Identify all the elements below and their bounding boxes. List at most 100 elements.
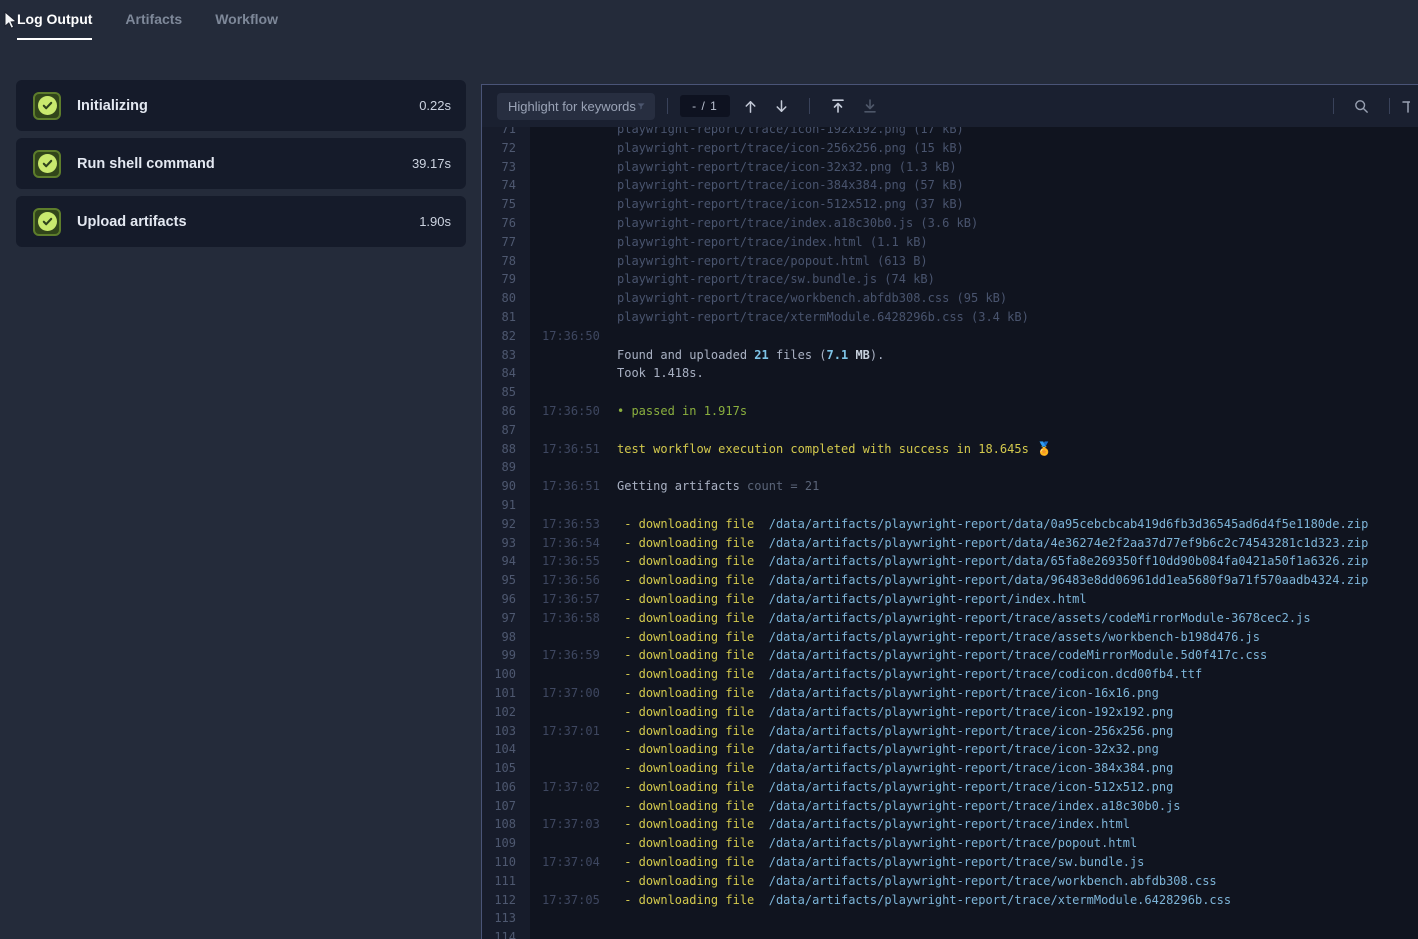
log-line: 10317:37:01 - downloading file /data/art… <box>482 722 1418 741</box>
log-text: - downloading file /data/artifacts/playw… <box>616 628 1260 647</box>
log-text: - downloading file /data/artifacts/playw… <box>616 684 1159 703</box>
line-number[interactable]: 83 <box>482 346 530 365</box>
line-number[interactable]: 86 <box>482 402 530 421</box>
line-number[interactable]: 113 <box>482 909 530 928</box>
line-number[interactable]: 91 <box>482 496 530 515</box>
toolbar-divider <box>667 98 668 114</box>
step-card-upload-artifacts[interactable]: Upload artifacts 1.90s <box>16 196 466 247</box>
timestamp: 17:36:55 <box>530 552 616 571</box>
timestamp: 17:36:51 <box>530 477 616 496</box>
line-number[interactable]: 97 <box>482 609 530 628</box>
tab-artifacts[interactable]: Artifacts <box>125 0 182 40</box>
line-number[interactable]: 114 <box>482 928 530 939</box>
line-number[interactable]: 78 <box>482 252 530 271</box>
line-number[interactable]: 93 <box>482 534 530 553</box>
search-button[interactable] <box>1353 98 1370 115</box>
log-text: playwright-report/trace/icon-512x512.png… <box>616 195 964 214</box>
previous-match-button[interactable] <box>742 98 759 115</box>
arrow-down-icon <box>773 98 790 115</box>
line-number[interactable]: 111 <box>482 872 530 891</box>
line-number[interactable]: 99 <box>482 646 530 665</box>
line-number[interactable]: 105 <box>482 759 530 778</box>
step-card-initializing[interactable]: Initializing 0.22s <box>16 80 466 131</box>
timestamp <box>530 214 616 233</box>
line-number[interactable]: 71 <box>482 127 530 139</box>
line-number[interactable]: 75 <box>482 195 530 214</box>
step-card-run-shell-command[interactable]: Run shell command 39.17s <box>16 138 466 189</box>
line-number[interactable]: 102 <box>482 703 530 722</box>
line-number[interactable]: 84 <box>482 364 530 383</box>
line-number[interactable]: 109 <box>482 834 530 853</box>
log-lines: 71playwright-report/trace/icon-192x192.p… <box>482 127 1418 939</box>
log-line: 113 <box>482 909 1418 928</box>
log-text: playwright-report/trace/index.html (1.1 … <box>616 233 928 252</box>
next-match-button[interactable] <box>773 98 790 115</box>
log-line: 9617:36:57 - downloading file /data/arti… <box>482 590 1418 609</box>
line-number[interactable]: 72 <box>482 139 530 158</box>
log-text: - downloading file /data/artifacts/playw… <box>616 571 1368 590</box>
timestamp <box>530 496 616 515</box>
timestamp <box>530 759 616 778</box>
log-text: - downloading file /data/artifacts/playw… <box>616 590 1087 609</box>
timestamp: 17:36:58 <box>530 609 616 628</box>
log-text: playwright-report/trace/workbench.abfdb3… <box>616 289 1007 308</box>
line-number[interactable]: 80 <box>482 289 530 308</box>
line-number[interactable]: 104 <box>482 740 530 759</box>
log-text: - downloading file /data/artifacts/playw… <box>616 609 1311 628</box>
tab-workflow[interactable]: Workflow <box>215 0 278 40</box>
line-number[interactable]: 100 <box>482 665 530 684</box>
line-number[interactable]: 77 <box>482 233 530 252</box>
line-number[interactable]: 82 <box>482 327 530 346</box>
tab-log-output[interactable]: Log Output <box>17 0 92 40</box>
line-number[interactable]: 95 <box>482 571 530 590</box>
line-number[interactable]: 96 <box>482 590 530 609</box>
log-text: - downloading file /data/artifacts/playw… <box>616 797 1181 816</box>
line-number[interactable]: 81 <box>482 308 530 327</box>
timestamp: 17:37:03 <box>530 815 616 834</box>
timestamp <box>530 421 616 440</box>
timestamp: 17:36:50 <box>530 402 616 421</box>
timestamp <box>530 628 616 647</box>
line-number[interactable]: 88 <box>482 440 530 459</box>
scroll-to-bottom-button[interactable] <box>861 97 879 115</box>
line-number[interactable]: 90 <box>482 477 530 496</box>
log-line: 72playwright-report/trace/icon-256x256.p… <box>482 139 1418 158</box>
line-number[interactable]: 74 <box>482 176 530 195</box>
log-line: 107 - downloading file /data/artifacts/p… <box>482 797 1418 816</box>
search-icon <box>1353 98 1370 115</box>
scroll-to-top-button[interactable] <box>829 97 847 115</box>
line-number[interactable]: 103 <box>482 722 530 741</box>
arrow-up-icon <box>742 98 759 115</box>
keyword-highlight-input[interactable]: Highlight for keywords <box>497 93 655 120</box>
line-number[interactable]: 73 <box>482 158 530 177</box>
line-number[interactable]: 112 <box>482 891 530 910</box>
line-number[interactable]: 98 <box>482 628 530 647</box>
keyword-input-placeholder: Highlight for keywords <box>508 99 636 114</box>
log-line: 98 - downloading file /data/artifacts/pl… <box>482 628 1418 647</box>
line-number[interactable]: 101 <box>482 684 530 703</box>
log-text: - downloading file /data/artifacts/playw… <box>616 703 1173 722</box>
timestamp <box>530 364 616 383</box>
line-number[interactable]: 79 <box>482 270 530 289</box>
line-number[interactable]: 85 <box>482 383 530 402</box>
line-number[interactable]: 89 <box>482 458 530 477</box>
line-number[interactable]: 76 <box>482 214 530 233</box>
log-scroll-area[interactable]: 71playwright-report/trace/icon-192x192.p… <box>482 127 1418 939</box>
line-number[interactable]: 94 <box>482 552 530 571</box>
line-number[interactable]: 87 <box>482 421 530 440</box>
log-text: playwright-report/trace/icon-32x32.png (… <box>616 158 957 177</box>
log-line: 9517:36:56 - downloading file /data/arti… <box>482 571 1418 590</box>
line-number[interactable]: 106 <box>482 778 530 797</box>
timestamp: 17:36:50 <box>530 327 616 346</box>
line-number[interactable]: 110 <box>482 853 530 872</box>
timestamp <box>530 928 616 939</box>
line-number[interactable]: 92 <box>482 515 530 534</box>
log-text: - downloading file /data/artifacts/playw… <box>616 534 1368 553</box>
line-number[interactable]: 108 <box>482 815 530 834</box>
line-number[interactable]: 107 <box>482 797 530 816</box>
clipped-edge-button[interactable] <box>1402 98 1410 115</box>
log-line: 8617:36:50• passed in 1.917s <box>482 402 1418 421</box>
tab-bar: Log Output Artifacts Workflow <box>17 0 278 40</box>
log-line: 11217:37:05 - downloading file /data/art… <box>482 891 1418 910</box>
timestamp <box>530 252 616 271</box>
